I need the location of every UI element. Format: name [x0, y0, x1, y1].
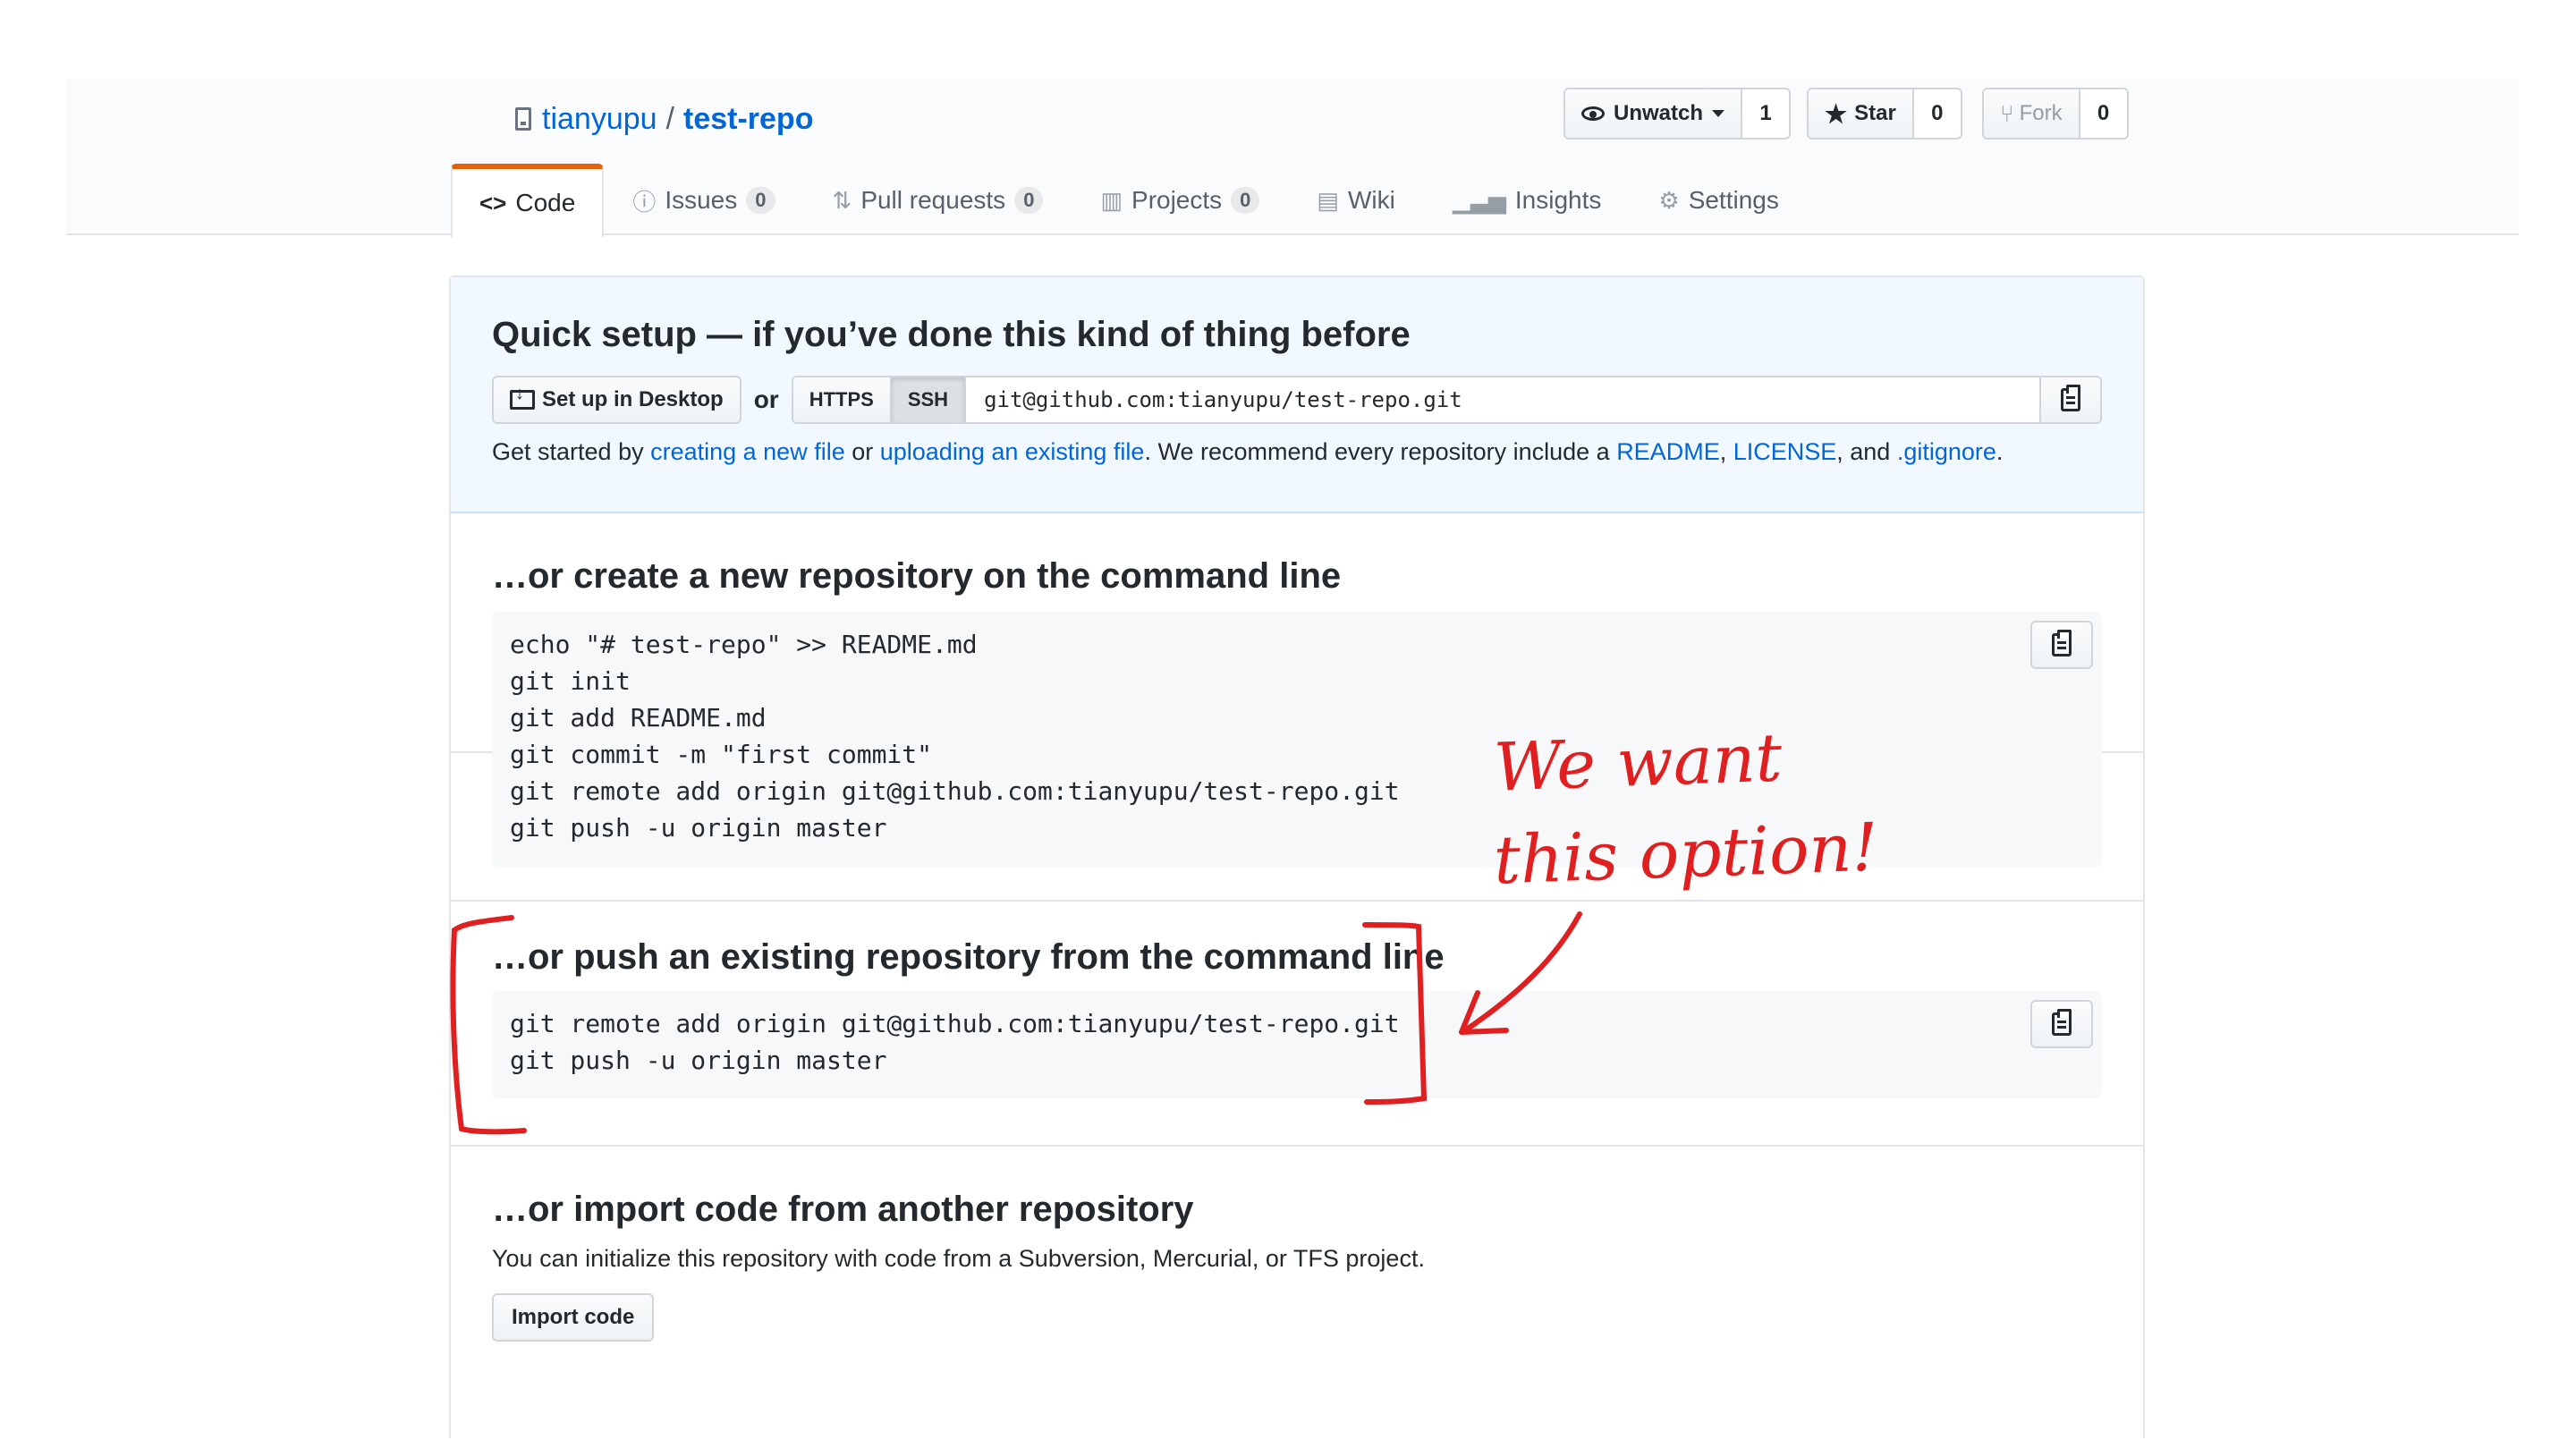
tab-insights[interactable]: ▁▃▅ Insights: [1424, 164, 1631, 235]
issue-icon: ⓘ: [632, 188, 657, 216]
eye-icon: [1581, 106, 1605, 121]
star-icon: ★: [1825, 99, 1848, 128]
unwatch-label: Unwatch: [1614, 101, 1704, 125]
push-repo-code-block: git remote add origin git@github.com:tia…: [492, 991, 2102, 1098]
quick-setup-help: Get started by creating a new file or up…: [492, 438, 2003, 466]
repo-nav: <> Code ⓘ Issues 0 ⇅ Pull requests 0 ▥ P…: [451, 164, 1808, 237]
copy-create-commands-button[interactable]: [2030, 621, 2093, 669]
pull-requests-counter: 0: [1014, 187, 1044, 214]
tab-label: Code: [515, 189, 576, 216]
help-text: .: [1996, 438, 2004, 465]
clone-url-row: Set up in Desktop or HTTPS SSH: [492, 376, 2102, 424]
tab-pull-requests[interactable]: ⇅ Pull requests 0: [804, 164, 1072, 235]
desktop-download-icon: [510, 384, 535, 410]
upload-existing-file-link[interactable]: uploading an existing file: [880, 438, 1145, 465]
project-icon: ▥: [1100, 186, 1123, 214]
annotation-line-2: this option!: [1492, 809, 1880, 900]
tab-label: Insights: [1514, 186, 1602, 214]
breadcrumb: tianyupu / test-repo: [515, 97, 813, 141]
annotation-line-1: We want: [1492, 719, 1784, 807]
create-repo-section: …or create a new repository on the comma…: [451, 512, 2143, 867]
tab-settings[interactable]: ⚙ Settings: [1630, 164, 1807, 235]
book-icon: ▤: [1317, 186, 1339, 214]
star-count[interactable]: 0: [1913, 89, 1961, 138]
gitignore-link[interactable]: .gitignore: [1897, 438, 1996, 465]
push-repo-commands[interactable]: git remote add origin git@github.com:tia…: [492, 991, 2102, 1093]
star-button[interactable]: ★ Star: [1809, 89, 1914, 138]
code-icon: <>: [479, 189, 507, 216]
or-label: or: [753, 385, 779, 413]
https-button[interactable]: HTTPS: [792, 377, 892, 422]
watch-group: Unwatch 1: [1563, 88, 1792, 140]
fork-label: Fork: [2019, 101, 2063, 125]
star-label: Star: [1854, 101, 1896, 125]
clipboard-icon: [2052, 1009, 2072, 1036]
copy-push-commands-button[interactable]: [2030, 1000, 2093, 1048]
pull-request-icon: ⇅: [832, 186, 852, 214]
push-repo-title: …or push an existing repository from the…: [492, 937, 1445, 977]
clone-url-group: HTTPS SSH: [791, 376, 2102, 424]
watch-count[interactable]: 1: [1742, 89, 1790, 138]
clipboard-icon: [2061, 385, 2080, 411]
quick-setup-panel: Quick setup — if you’ve done this kind o…: [451, 277, 2143, 513]
push-repo-section: …or push an existing repository from the…: [451, 900, 2143, 1147]
breadcrumb-separator: /: [665, 101, 674, 136]
help-text: , and: [1836, 438, 1897, 465]
chevron-down-icon: [1712, 110, 1725, 117]
tab-projects[interactable]: ▥ Projects 0: [1072, 164, 1288, 235]
gear-icon: ⚙: [1658, 186, 1680, 214]
tab-label: Issues: [665, 186, 738, 214]
fork-icon: ⑂: [2000, 99, 2014, 127]
repo-icon: [515, 107, 531, 131]
ssh-button[interactable]: SSH: [891, 377, 967, 422]
license-link[interactable]: LICENSE: [1733, 438, 1837, 465]
import-code-button[interactable]: Import code: [492, 1293, 655, 1342]
clone-url-input[interactable]: [966, 377, 2039, 422]
repo-name-link[interactable]: test-repo: [683, 102, 813, 137]
help-text: Get started by: [492, 438, 651, 465]
fork-button[interactable]: ⑂ Fork: [1984, 89, 2080, 138]
unwatch-button[interactable]: Unwatch: [1565, 89, 1743, 138]
help-text: or: [844, 438, 880, 465]
star-group: ★ Star 0: [1807, 88, 1962, 140]
setup-in-desktop-label: Set up in Desktop: [542, 387, 724, 411]
tab-code[interactable]: <> Code: [451, 164, 605, 237]
import-repo-section: …or import code from another repository …: [451, 1143, 2143, 1440]
tab-wiki[interactable]: ▤ Wiki: [1288, 164, 1423, 235]
tab-label: Pull requests: [860, 186, 1006, 214]
projects-counter: 0: [1231, 187, 1260, 214]
repo-header: tianyupu / test-repo Unwatch 1 ★ Star 0 …: [66, 79, 2519, 237]
quick-setup-title: Quick setup — if you’ve done this kind o…: [492, 315, 1411, 354]
tab-issues[interactable]: ⓘ Issues 0: [604, 164, 803, 235]
tab-label: Projects: [1131, 186, 1223, 214]
owner-link[interactable]: tianyupu: [542, 102, 657, 137]
readme-link[interactable]: README: [1616, 438, 1720, 465]
fork-count[interactable]: 0: [2080, 89, 2127, 138]
create-new-file-link[interactable]: creating a new file: [650, 438, 845, 465]
setup-in-desktop-button[interactable]: Set up in Desktop: [492, 376, 741, 424]
empty-repo-setup: Quick setup — if you’ve done this kind o…: [449, 275, 2145, 1438]
import-repo-title: …or import code from another repository: [492, 1190, 1194, 1229]
help-text: . We recommend every repository include …: [1144, 438, 1617, 465]
import-repo-description: You can initialize this repository with …: [492, 1245, 1425, 1272]
create-repo-title: …or create a new repository on the comma…: [492, 556, 1342, 596]
fork-group: ⑂ Fork 0: [1982, 88, 2129, 140]
copy-url-button[interactable]: [2039, 377, 2100, 422]
help-text: ,: [1719, 438, 1733, 465]
tab-label: Wiki: [1348, 186, 1395, 214]
clipboard-icon: [2052, 630, 2072, 656]
issues-counter: 0: [746, 187, 775, 214]
tab-label: Settings: [1688, 186, 1779, 214]
graph-icon: ▁▃▅: [1452, 186, 1506, 214]
